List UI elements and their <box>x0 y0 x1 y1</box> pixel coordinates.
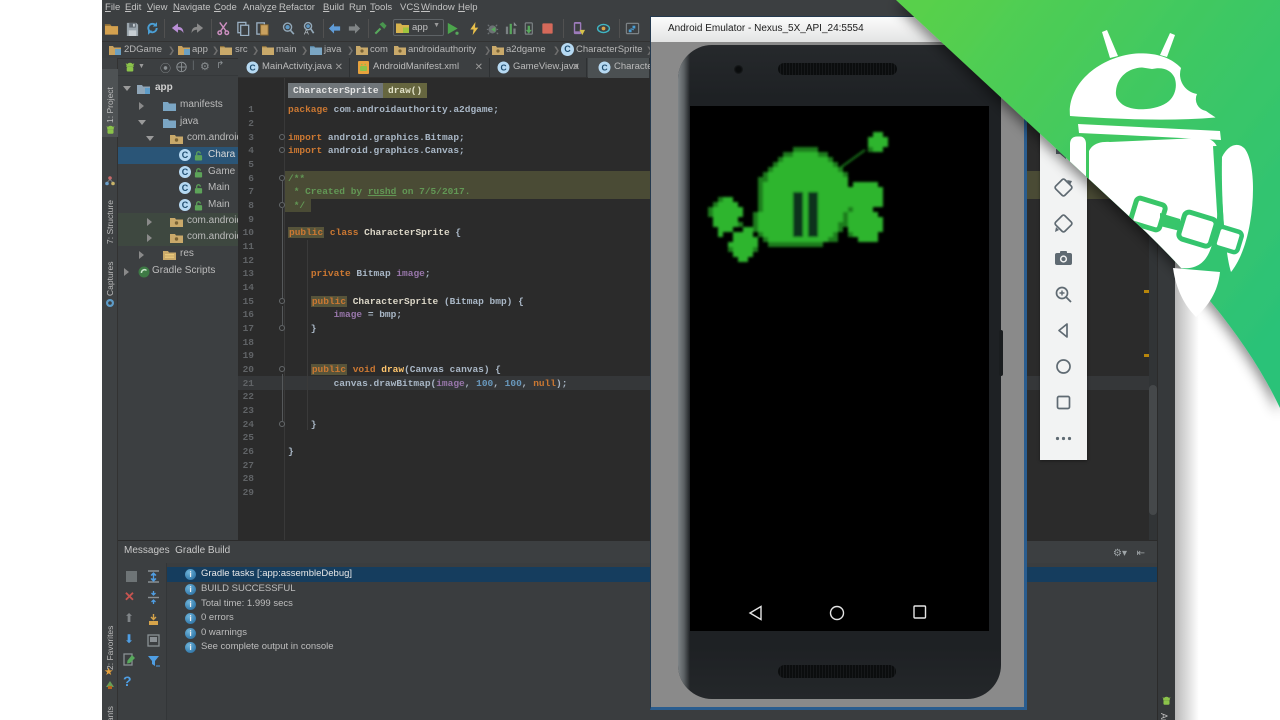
svg-text:C: C <box>501 63 507 73</box>
svg-text:C: C <box>602 63 608 73</box>
svg-text:A: A <box>304 28 309 36</box>
svg-text:C: C <box>250 63 256 73</box>
